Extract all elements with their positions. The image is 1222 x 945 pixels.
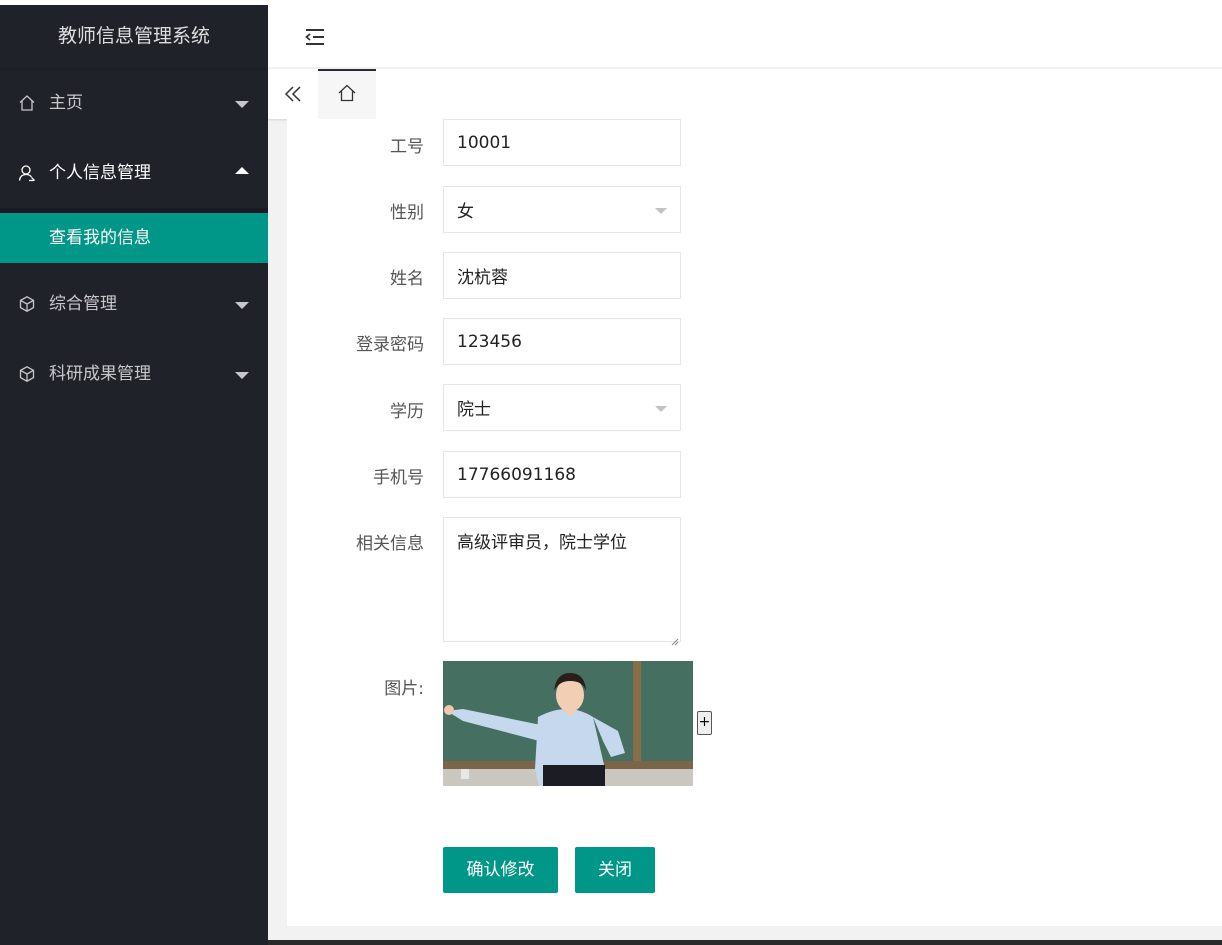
field-label: 姓名 — [390, 269, 424, 289]
field-label: 性别 — [390, 203, 424, 223]
chevron-down-icon — [235, 372, 249, 379]
bottom-edge — [0, 940, 268, 945]
field-value: 院士 — [457, 400, 491, 420]
education-select[interactable]: 院士 — [443, 384, 681, 431]
password-field[interactable]: 123456 — [443, 318, 681, 365]
gender-select[interactable]: 女 — [443, 186, 681, 233]
resize-handle-icon[interactable] — [670, 631, 679, 646]
field-label: 相关信息 — [356, 534, 424, 554]
chevron-down-icon — [655, 405, 667, 412]
user-icon — [17, 163, 37, 183]
sidebar-item-home[interactable]: 主页 — [0, 68, 268, 138]
sidebar-item-label: 个人信息管理 — [49, 163, 151, 183]
field-label: 学历 — [390, 402, 424, 422]
home-icon — [17, 93, 37, 113]
close-button[interactable]: 关闭 — [575, 847, 655, 893]
field-value: 沈杭蓉 — [457, 268, 508, 288]
name-field[interactable]: 沈杭蓉 — [443, 252, 681, 299]
menu-fold-icon[interactable] — [304, 26, 326, 48]
field-value: 17766091168 — [457, 464, 576, 485]
cube-icon — [17, 294, 37, 314]
chevron-down-icon — [235, 101, 249, 108]
sidebar-item-label: 综合管理 — [49, 294, 117, 314]
image-label: 图片: — [384, 679, 424, 699]
related-info-textarea[interactable]: 高级评审员，院士学位 — [443, 517, 681, 646]
field-value: 女 — [457, 202, 474, 222]
employee-id-field[interactable]: 10001 — [443, 119, 681, 166]
chevron-down-icon — [235, 302, 249, 309]
tab-home[interactable] — [318, 69, 376, 119]
header — [268, 5, 1222, 68]
chevron-up-icon — [235, 167, 249, 174]
submenu: 查看我的信息 — [0, 208, 268, 263]
cube-icon — [17, 364, 37, 384]
field-label: 登录密码 — [356, 335, 424, 355]
bottom-edge — [268, 940, 1222, 945]
sidebar-subitem-view-my-info[interactable]: 查看我的信息 — [0, 213, 268, 263]
field-label: 手机号 — [373, 468, 424, 488]
field-value: 高级评审员，院士学位 — [457, 533, 627, 553]
sidebar-item-label: 科研成果管理 — [49, 364, 151, 384]
upload-button[interactable]: + — [697, 711, 712, 735]
chevron-down-icon — [655, 207, 667, 214]
confirm-edit-button[interactable]: 确认修改 — [443, 847, 558, 893]
field-label: 工号 — [390, 137, 424, 157]
info-form-card: 工号 10001 性别 女 姓名 沈杭蓉 登录密码 123456 学历 院士 手… — [287, 119, 1222, 926]
field-value: 123456 — [457, 331, 522, 352]
sidebar-item-general-management[interactable]: 综合管理 — [0, 269, 268, 339]
tabs-bar — [268, 69, 1222, 119]
app-logo: 教师信息管理系统 — [0, 5, 268, 68]
teacher-photo — [443, 661, 693, 786]
sidebar: 教师信息管理系统 主页 个人信息管理 查看我的信息 综合管理 科研成果管理 — [0, 5, 268, 940]
home-icon — [337, 83, 357, 107]
sidebar-item-research-management[interactable]: 科研成果管理 — [0, 339, 268, 409]
double-left-icon[interactable] — [268, 69, 318, 119]
sidebar-item-personal-info[interactable]: 个人信息管理 — [0, 138, 268, 208]
sidebar-item-label: 主页 — [49, 93, 83, 113]
phone-field[interactable]: 17766091168 — [443, 451, 681, 498]
field-value: 10001 — [457, 132, 512, 153]
